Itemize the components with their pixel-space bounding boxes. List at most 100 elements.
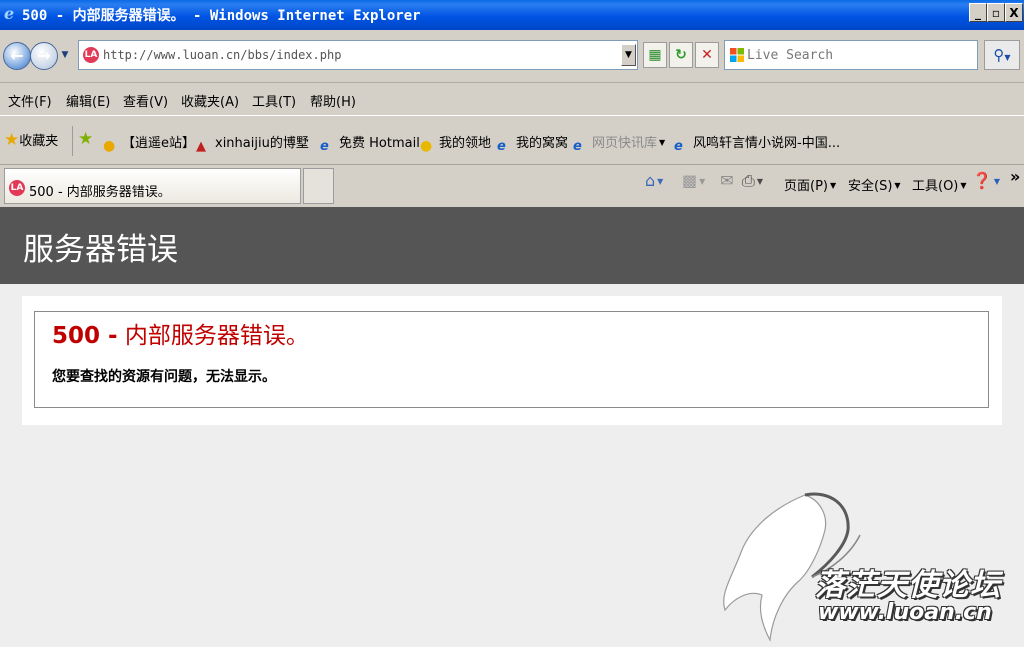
mail-icon: ✉: [720, 171, 734, 190]
search-placeholder: Live Search: [747, 48, 834, 63]
site-favicon-icon: LA: [9, 180, 25, 196]
chevron-down-icon: ▼: [894, 181, 901, 190]
favorite-item[interactable]: e 我的窝窝: [497, 132, 568, 155]
tab-bar: LA 500 - 内部服务器错误。 ⌂ ▼ ▩ ▼ ✉ ⎙ ▼ 页面(P) ▼ 安全(S…: [0, 165, 1024, 207]
address-bar[interactable]: LA http://www.luoan.cn/bbs/index.php ▼: [78, 40, 638, 70]
arrow-left-icon: ←: [10, 46, 24, 65]
ie-logo-icon: e: [4, 4, 15, 23]
watermark-url: www.luoan.cn: [818, 600, 992, 625]
favorites-bar: ★收藏夹 ★ ● 【逍遥e站】 ▲ xinhaijiu的博墅 e 免费 Hotmail…: [0, 116, 1024, 165]
close-button[interactable]: X: [1005, 3, 1023, 22]
chevron-down-icon: ▼: [659, 138, 666, 147]
favorite-item[interactable]: e 免费 Hotmail: [320, 132, 420, 155]
error-code: 500 -: [52, 323, 118, 349]
help-button[interactable]: ❓ ▼: [972, 171, 1000, 193]
favorite-label: 我的领地: [439, 136, 492, 151]
tools-menu-label: 工具(O): [912, 179, 959, 194]
feeds-button[interactable]: ▩ ▼: [682, 171, 705, 193]
refresh-button[interactable]: ↻: [669, 42, 693, 68]
favorite-item[interactable]: e 风鸣轩言情小说网-中国...: [674, 132, 840, 155]
arrow-right-icon: →: [37, 46, 51, 65]
favorite-label: 风鸣轩言情小说网-中国...: [693, 136, 841, 151]
divider: [72, 126, 73, 156]
ie-page-icon: e: [320, 139, 329, 154]
page-title: 服务器错误: [23, 232, 178, 268]
search-input[interactable]: Live Search: [724, 40, 978, 70]
favorite-item[interactable]: ▲ xinhaijiu的博墅: [196, 132, 309, 155]
favorites-center-button[interactable]: ★收藏夹: [4, 130, 58, 150]
restore-button[interactable]: ▫: [987, 3, 1005, 22]
add-star-icon: ★: [78, 129, 94, 149]
window-title-bar[interactable]: e 500 - 内部服务器错误。 - Windows Internet Expl…: [0, 0, 1024, 30]
refresh-icon: ↻: [675, 47, 687, 63]
rss-icon: ▩: [682, 171, 698, 190]
favorite-label: 免费 Hotmail: [339, 136, 420, 151]
recent-pages-dropdown[interactable]: ▼: [60, 50, 70, 60]
chevron-down-icon: ▼: [1004, 53, 1011, 62]
favorite-label: xinhaijiu的博墅: [215, 136, 309, 151]
compatibility-view-button[interactable]: ▦: [643, 42, 667, 68]
new-tab-button[interactable]: [303, 168, 334, 204]
menu-bar: 文件(F) 编辑(E) 查看(V) 收藏夹(A) 工具(T) 帮助(H): [0, 83, 1024, 116]
tools-menu-button[interactable]: 工具(O) ▼: [912, 175, 967, 194]
lightbulb-icon: ●: [420, 138, 433, 154]
menu-tools[interactable]: 工具(T): [252, 91, 296, 110]
windows-live-icon: [730, 48, 744, 62]
menu-file[interactable]: 文件(F): [8, 91, 52, 110]
tab-title: 500 - 内部服务器错误。: [29, 185, 171, 200]
favorite-item[interactable]: ● 【逍遥e站】: [103, 132, 195, 154]
error-title-text: 内部服务器错误。: [124, 323, 309, 349]
forward-button[interactable]: →: [30, 42, 58, 70]
more-commands-button[interactable]: »: [1010, 167, 1020, 186]
stop-icon: ✕: [701, 47, 713, 63]
address-url[interactable]: http://www.luoan.cn/bbs/index.php: [103, 48, 341, 62]
favorite-item[interactable]: ● 我的领地: [420, 132, 491, 154]
address-toolbar: ← → ▼ LA http://www.luoan.cn/bbs/index.p…: [0, 30, 1024, 83]
safety-menu-button[interactable]: 安全(S) ▼: [848, 175, 901, 194]
home-icon: ⌂: [645, 171, 656, 190]
chevron-down-icon: ▼: [699, 177, 706, 186]
favorite-label: 我的窝窝: [516, 136, 569, 151]
chevron-down-icon: ▼: [829, 181, 837, 190]
watermark-title: 落茫天使论坛: [815, 568, 1001, 603]
page-menu-button[interactable]: 页面(P) ▼: [784, 175, 836, 194]
home-button[interactable]: ⌂ ▼: [645, 171, 663, 193]
help-icon: ❓: [972, 171, 992, 190]
lightbulb-icon: ●: [103, 138, 116, 154]
search-icon: ⚲: [993, 46, 1005, 64]
stop-button[interactable]: ✕: [695, 42, 719, 68]
page-compat-icon: ▦: [648, 47, 662, 63]
menu-edit[interactable]: 编辑(E): [66, 91, 110, 110]
error-message: 您要查找的资源有问题，无法显示。: [52, 369, 276, 385]
web-slice-gallery[interactable]: e 网页快讯库 ▼: [573, 132, 665, 155]
site-favicon-icon: LA: [83, 47, 99, 63]
menu-view[interactable]: 查看(V): [123, 91, 168, 110]
chevron-down-icon: ▼: [960, 181, 967, 190]
error-header: 服务器错误: [0, 207, 1024, 284]
print-button[interactable]: ⎙ ▼: [742, 171, 763, 193]
read-mail-button[interactable]: ✉: [718, 171, 736, 193]
favorite-label: 网页快讯库: [592, 136, 658, 151]
safety-menu-label: 安全(S): [848, 179, 893, 194]
printer-icon: ⎙: [742, 171, 755, 190]
menu-favorites[interactable]: 收藏夹(A): [181, 91, 239, 110]
address-dropdown-button[interactable]: ▼: [621, 44, 636, 66]
favorites-label: 收藏夹: [19, 134, 59, 149]
minimize-button[interactable]: _: [969, 3, 987, 22]
ie-page-icon: e: [497, 139, 506, 154]
favorite-label: 【逍遥e站】: [122, 136, 195, 151]
chevron-down-icon: ▼: [657, 177, 664, 186]
ie-page-icon: e: [573, 139, 582, 154]
site-icon: ▲: [196, 139, 206, 154]
menu-help[interactable]: 帮助(H): [310, 91, 356, 110]
chevron-down-icon: ▼: [756, 177, 763, 186]
back-button[interactable]: ←: [3, 42, 31, 70]
window-title: 500 - 内部服务器错误。 - Windows Internet Explor…: [22, 8, 421, 24]
chevron-down-icon: ▼: [993, 177, 1001, 186]
page-menu-label: 页面(P): [784, 179, 828, 194]
ie-page-icon: e: [674, 139, 683, 154]
tab-active[interactable]: LA 500 - 内部服务器错误。: [4, 168, 301, 204]
search-button[interactable]: ⚲▼: [984, 40, 1020, 70]
star-icon: ★: [4, 130, 20, 150]
add-favorite-button[interactable]: ★: [78, 129, 93, 149]
